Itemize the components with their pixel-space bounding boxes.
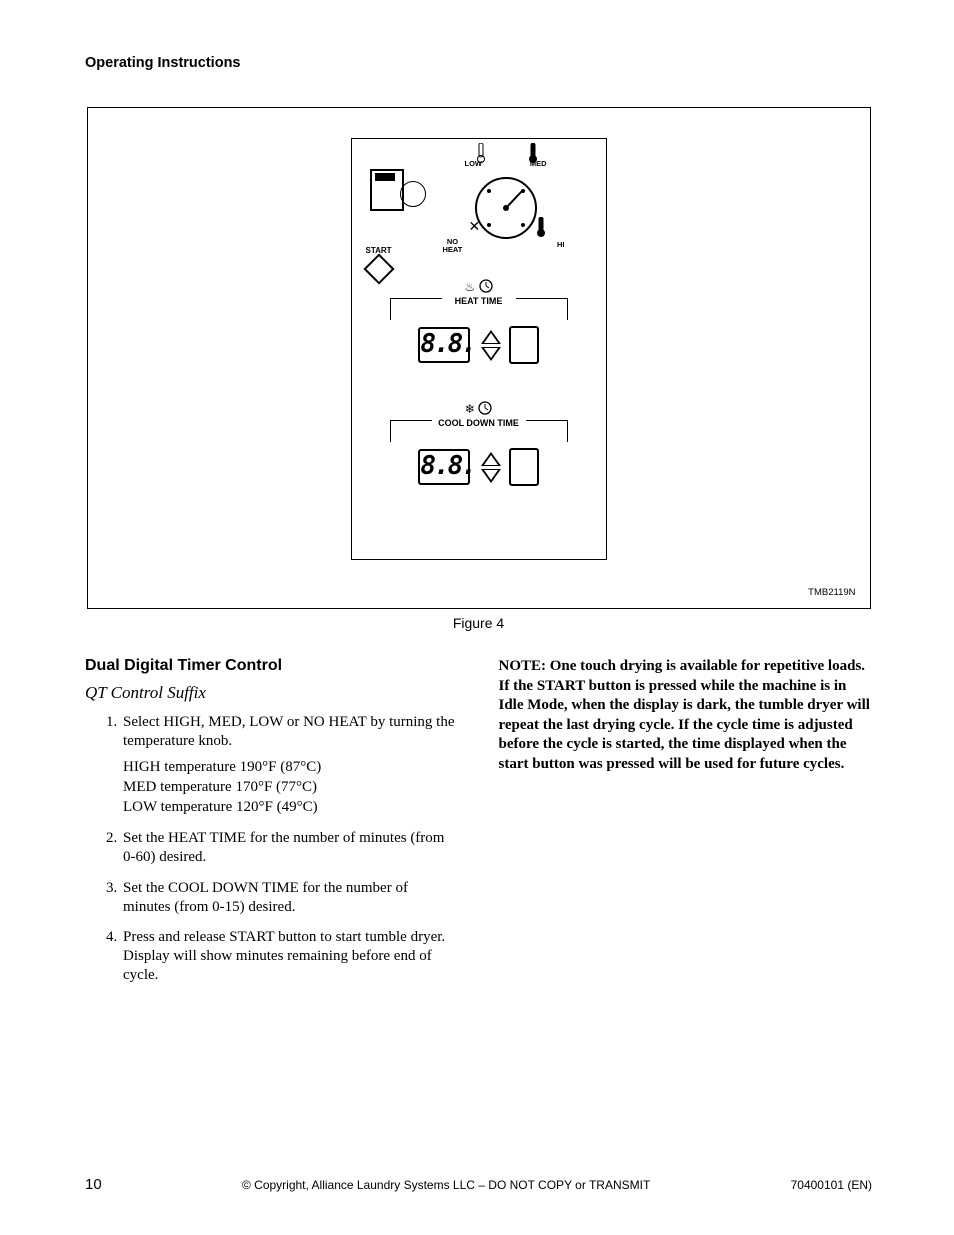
thermometer-icon	[529, 143, 535, 161]
heading-dual-digital: Dual Digital Timer Control	[85, 657, 459, 675]
step-3: Set the COOL DOWN TIME for the number of…	[121, 879, 459, 917]
heat-time-arrows-icon	[481, 327, 501, 364]
cool-down-section: ❄ COOL DOWN TIME 8.8.	[382, 401, 576, 486]
figure-container: START LOW MED	[87, 107, 871, 609]
heat-time-section: ♨ HEAT TIME 8.8.	[382, 279, 576, 364]
section-header: Operating Instructions	[85, 55, 872, 71]
doc-number: 70400101 (EN)	[791, 1178, 872, 1192]
step-1: Select HIGH, MED, LOW or NO HEAT by turn…	[121, 713, 459, 817]
thermometer-icon	[477, 143, 483, 161]
thermometer-icon	[537, 217, 545, 241]
step-2: Set the HEAT TIME for the number of minu…	[121, 829, 459, 867]
temp-low: LOW temperature 120°F (49°C)	[123, 797, 459, 817]
left-column: Dual Digital Timer Control QT Control Su…	[85, 643, 459, 997]
cool-down-arrows-icon	[481, 449, 501, 486]
steps-list: Select HIGH, MED, LOW or NO HEAT by turn…	[85, 713, 459, 985]
cool-down-button-icon	[509, 448, 539, 486]
temperature-knob-icon: LOW MED	[459, 149, 553, 239]
temp-label-noheat: NOHEAT	[443, 238, 463, 253]
heat-time-button-icon	[509, 326, 539, 364]
temp-high: HIGH temperature 190°F (87°C)	[123, 757, 459, 777]
temp-med: MED temperature 170°F (77°C)	[123, 777, 459, 797]
page-number: 10	[85, 1176, 102, 1193]
subheading-qt-suffix: QT Control Suffix	[85, 683, 459, 703]
cool-down-display: 8.8.	[418, 449, 470, 485]
copyright: © Copyright, Alliance Laundry Systems LL…	[242, 1178, 650, 1192]
cool-down-label: COOL DOWN TIME	[432, 418, 525, 428]
figure-caption: Figure 4	[85, 615, 872, 631]
no-heat-icon: ✕	[469, 218, 481, 235]
page-footer: 10 © Copyright, Alliance Laundry Systems…	[85, 1176, 872, 1193]
temp-label-hi: HI	[557, 240, 565, 249]
right-column: NOTE: One touch drying is available for …	[499, 643, 873, 997]
note-text: NOTE: One touch drying is available for …	[499, 657, 873, 774]
step-4: Press and release START button to start …	[121, 928, 459, 984]
heat-time-label: HEAT TIME	[449, 296, 509, 306]
figure-id: TMB2119N	[808, 587, 855, 598]
heat-time-display: 8.8.	[418, 327, 470, 363]
control-panel-diagram: START LOW MED	[351, 138, 607, 560]
